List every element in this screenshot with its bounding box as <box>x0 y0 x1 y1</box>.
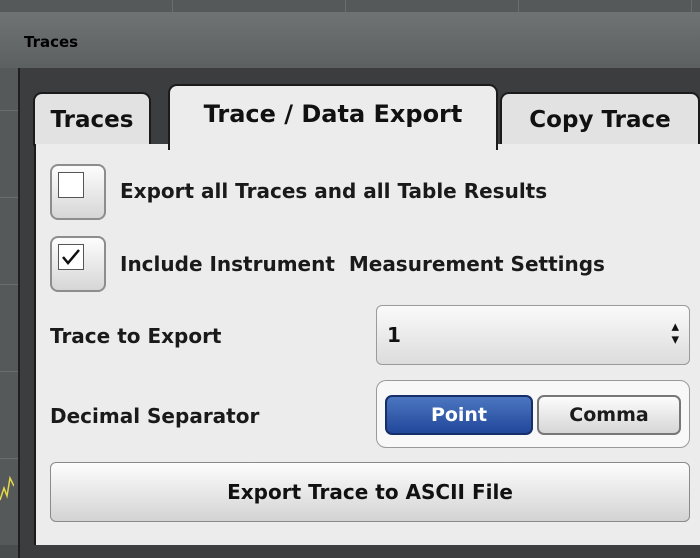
tab-traces[interactable]: Traces <box>33 92 151 146</box>
decimal-separator-label: Decimal Separator <box>50 404 260 428</box>
export-trace-button[interactable]: Export Trace to ASCII File <box>50 462 690 522</box>
include-settings-checkbox[interactable] <box>50 236 106 292</box>
include-settings-label: Include Instrument Measurement Settings <box>120 252 605 276</box>
tab-trace-data-export[interactable]: Trace / Data Export <box>168 84 498 150</box>
window-title: Traces <box>24 33 79 51</box>
trace-fragment <box>0 475 14 501</box>
comma-button[interactable]: Comma <box>537 395 681 435</box>
tab-copy-trace[interactable]: Copy Trace <box>500 92 700 146</box>
trace-to-export-select[interactable]: 1 ▴ ▾ <box>376 305 690 365</box>
window-title-bar <box>0 12 700 68</box>
checkbox-box <box>58 244 84 270</box>
export-all-label: Export all Traces and all Table Results <box>120 179 548 203</box>
trace-to-export-label: Trace to Export <box>50 324 222 348</box>
up-down-arrows-icon: ▴ ▾ <box>671 317 679 348</box>
point-button[interactable]: Point <box>385 395 533 435</box>
checkmark-icon <box>62 249 80 265</box>
select-value: 1 <box>387 323 401 347</box>
export-all-checkbox[interactable] <box>50 164 106 220</box>
checkbox-box <box>58 172 84 198</box>
decimal-separator-toggle: Point Comma <box>376 380 690 448</box>
